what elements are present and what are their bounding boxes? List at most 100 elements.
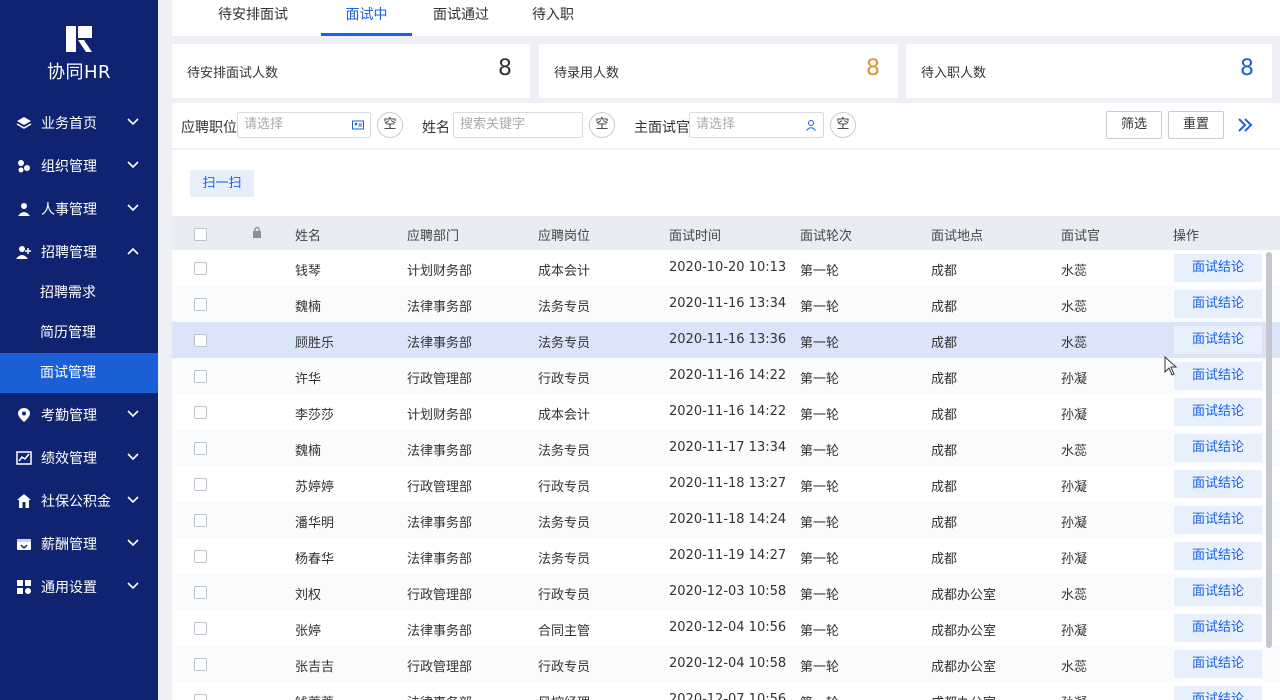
table-cell: 法务专员 [538,552,591,567]
interview-conclusion-button[interactable]: 面试结论 [1174,398,1262,426]
sidebar-item-1[interactable]: 组织管理 [0,144,158,187]
sidebar-subitem-2[interactable]: 面试管理 [0,353,158,393]
tab-0[interactable]: 待安排面试 [210,0,296,36]
table-row[interactable]: 顾胜乐 法律事务部 法务专员 2020-11-16 13:36 第一轮 成都 水蕊 面试结论 [172,322,1280,358]
interview-conclusion-button[interactable]: 面试结论 [1174,614,1262,642]
table-cell: 孙凝 [1061,372,1088,387]
row-checkbox[interactable] [194,370,207,383]
table-cell: 法律事务部 [407,300,473,315]
table-cell: 成都办公室 [931,692,996,700]
table-cell: 张吉吉 [295,660,335,675]
table-row[interactable]: 潘华明 法律事务部 法务专员 2020-11-18 14:24 第一轮 成都 孙凝 面试结论 [172,502,1280,538]
sidebar-subitem-0[interactable]: 招聘需求 [0,273,158,313]
tab-2[interactable]: 面试通过 [421,0,501,36]
column-header: 操作 [1173,229,1200,244]
double-chevron-right-icon[interactable] [1236,115,1254,135]
table-cell: 孙凝 [1061,516,1088,531]
interview-conclusion-button[interactable]: 面试结论 [1174,542,1262,570]
position-select[interactable]: 请选择 [237,112,371,138]
interview-conclusion-button[interactable]: 面试结论 [1174,506,1262,534]
sidebar-item-2[interactable]: 人事管理 [0,187,158,230]
row-checkbox[interactable] [194,550,207,563]
reset-button[interactable]: 重置 [1168,111,1224,139]
interview-conclusion-button[interactable]: 面试结论 [1174,434,1262,462]
sidebar-item-3[interactable]: 招聘管理 [0,230,158,273]
table-row[interactable]: 钱蒂蒂 法律事务部 风控经理 2020-12-07 10:56 第一轮 成都办公室 孙凝 面试… [172,682,1280,700]
interview-conclusion-button[interactable]: 面试结论 [1174,470,1262,498]
row-checkbox[interactable] [194,478,207,491]
sidebar-item-label: 社保公积金 [41,493,111,510]
scan-button[interactable]: 扫一扫 [190,170,254,197]
row-checkbox[interactable] [194,334,207,347]
table-row[interactable]: 魏楠 法律事务部 法务专员 2020-11-17 13:34 第一轮 成都 水蕊 面试结论 [172,430,1280,466]
sidebar-subitem-1[interactable]: 简历管理 [0,313,158,353]
table-row[interactable]: 张吉吉 行政管理部 行政专员 2020-12-04 10:58 第一轮 成都办公室 水蕊 面试… [172,646,1280,682]
stat-value: 8 [1240,56,1254,81]
sidebar-item-4[interactable]: 考勤管理 [0,393,158,436]
column-header: 应聘岗位 [538,229,591,244]
table-row[interactable]: 杨春华 法律事务部 法务专员 2020-11-19 14:27 第一轮 成都 孙凝 面试结论 [172,538,1280,574]
logo: 协同HR [0,24,158,84]
sidebar-item-label: 招聘管理 [41,244,97,261]
select-all-checkbox[interactable] [194,228,207,241]
interview-conclusion-button[interactable]: 面试结论 [1174,326,1262,354]
interview-conclusion-button[interactable]: 面试结论 [1174,362,1262,390]
table-cell: 水蕊 [1061,660,1088,675]
interview-conclusion-button[interactable]: 面试结论 [1174,650,1262,678]
vertical-scrollbar[interactable] [1266,252,1272,648]
table-cell: 杨春华 [295,552,335,567]
table-cell: 水蕊 [1061,588,1088,603]
column-header: 面试官 [1061,229,1101,244]
table-cell: 第一轮 [800,372,840,387]
name-empty-button[interactable]: 空 [589,112,615,138]
table-row[interactable]: 魏楠 法律事务部 法务专员 2020-11-16 13:34 第一轮 成都 水蕊 面试结论 [172,286,1280,322]
filter-button[interactable]: 筛选 [1106,111,1162,139]
stat-card-2: 待入职人数 8 [906,44,1272,98]
table-cell: 风控经理 [538,692,590,700]
row-checkbox[interactable] [194,262,207,275]
sidebar-item-0[interactable]: 业务首页 [0,101,158,144]
row-checkbox[interactable] [194,694,207,700]
row-checkbox[interactable] [194,298,207,311]
chevron-down-icon [126,201,140,215]
tab-1[interactable]: 面试中 [321,0,412,36]
chart-icon [15,449,33,467]
table-cell: 孙凝 [1061,552,1088,567]
main-content: 待安排面试 面试中 面试通过 待入职 待安排面试人数 8 待录用人数 8 待入职人数 8 应聘职… [158,0,1280,700]
position-empty-button[interactable]: 空 [377,112,403,138]
table-row[interactable]: 李莎莎 计划财务部 成本会计 2020-11-16 14:22 第一轮 成都 孙凝 面试结论 [172,394,1280,430]
interview-conclusion-button[interactable]: 面试结论 [1174,254,1262,282]
sidebar-item-label: 绩效管理 [41,450,97,467]
interviewer-select[interactable]: 请选择 [689,112,824,138]
row-checkbox[interactable] [194,622,207,635]
chevron-down-icon [126,115,140,129]
table-cell: 成都办公室 [931,660,997,675]
table-row[interactable]: 许华 行政管理部 行政专员 2020-11-16 14:22 第一轮 成都 孙凝 面试结论 [172,358,1280,394]
sidebar-item-8[interactable]: 通用设置 [0,565,158,608]
interview-conclusion-button[interactable]: 面试结论 [1174,686,1262,700]
row-checkbox[interactable] [194,586,207,599]
table-cell: 水蕊 [1061,300,1088,315]
interview-conclusion-button[interactable]: 面试结论 [1174,290,1262,318]
table-row[interactable]: 张婷 法律事务部 合同主管 2020-12-04 10:56 第一轮 成都办公室 孙凝 面试结… [172,610,1280,646]
sidebar-item-6[interactable]: 社保公积金 [0,479,158,522]
row-checkbox[interactable] [194,442,207,455]
table-cell: 行政管理部 [407,588,473,603]
interview-conclusion-button[interactable]: 面试结论 [1174,578,1262,606]
name-search-input[interactable]: 搜索关键字 [453,112,583,138]
sidebar-item-7[interactable]: 薪酬管理 [0,522,158,565]
row-checkbox[interactable] [194,658,207,671]
table-cell: 孙凝 [1061,692,1087,700]
table-cell: 2020-12-03 10:58 [669,584,787,599]
table-row[interactable]: 苏婷婷 行政管理部 行政专员 2020-11-18 13:27 第一轮 成都 孙凝 面试结论 [172,466,1280,502]
interviewer-placeholder: 请选择 [696,117,736,132]
table-row[interactable]: 刘权 行政管理部 行政专员 2020-12-03 10:58 第一轮 成都办公室 水蕊 面试结… [172,574,1280,610]
interviewer-empty-button[interactable]: 空 [830,112,856,138]
row-checkbox[interactable] [194,514,207,527]
row-checkbox[interactable] [194,406,207,419]
sidebar-item-5[interactable]: 绩效管理 [0,436,158,479]
table-row[interactable]: 钱琴 计划财务部 成本会计 2020-10-20 10:13 第一轮 成都 水蕊 面试结论 [172,250,1280,286]
table-cell: 成都 [931,264,958,279]
tab-3[interactable]: 待入职 [523,0,583,36]
table-cell: 2020-11-16 13:34 [669,296,787,311]
